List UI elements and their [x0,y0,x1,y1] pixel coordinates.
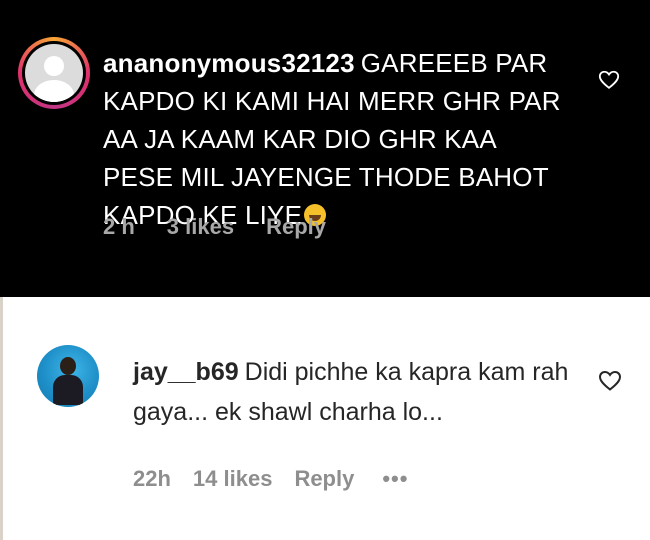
comment-body: ananonymous32123 GAREEEB PAR KAPDO KI KAM… [103,44,573,234]
avatar-figure-body [53,375,83,405]
more-options-icon[interactable]: ••• [382,466,408,492]
avatar-figure-head [60,357,76,375]
comment-meta: 22h 14 likes Reply ••• [133,466,408,492]
comment-time[interactable]: 22h [133,466,171,492]
comment-meta: 2 h 3 likes Reply [103,214,326,240]
reply-button[interactable]: Reply [266,214,326,240]
edge-border [0,297,3,540]
comment-body: jay__b69 Didi pichhe ka kapra kam rah gay… [133,352,573,432]
comment-username[interactable]: jay__b69 [133,358,239,386]
reply-button[interactable]: Reply [294,466,354,492]
heart-icon[interactable] [598,69,620,91]
user-avatar[interactable] [37,345,99,407]
heart-icon[interactable] [598,369,622,393]
comment-likes[interactable]: 14 likes [193,466,273,492]
top-comment: ananonymous32123 GAREEEB PAR KAPDO KI KAM… [0,0,650,297]
avatar-head [44,56,64,76]
divider [0,297,650,305]
avatar-shoulders [34,80,74,102]
comment-username[interactable]: ananonymous32123 [103,48,355,78]
comment-time[interactable]: 2 h [103,214,135,240]
comment-likes[interactable]: 3 likes [167,214,234,240]
default-avatar [25,44,83,102]
avatar-story-ring[interactable] [18,37,90,109]
